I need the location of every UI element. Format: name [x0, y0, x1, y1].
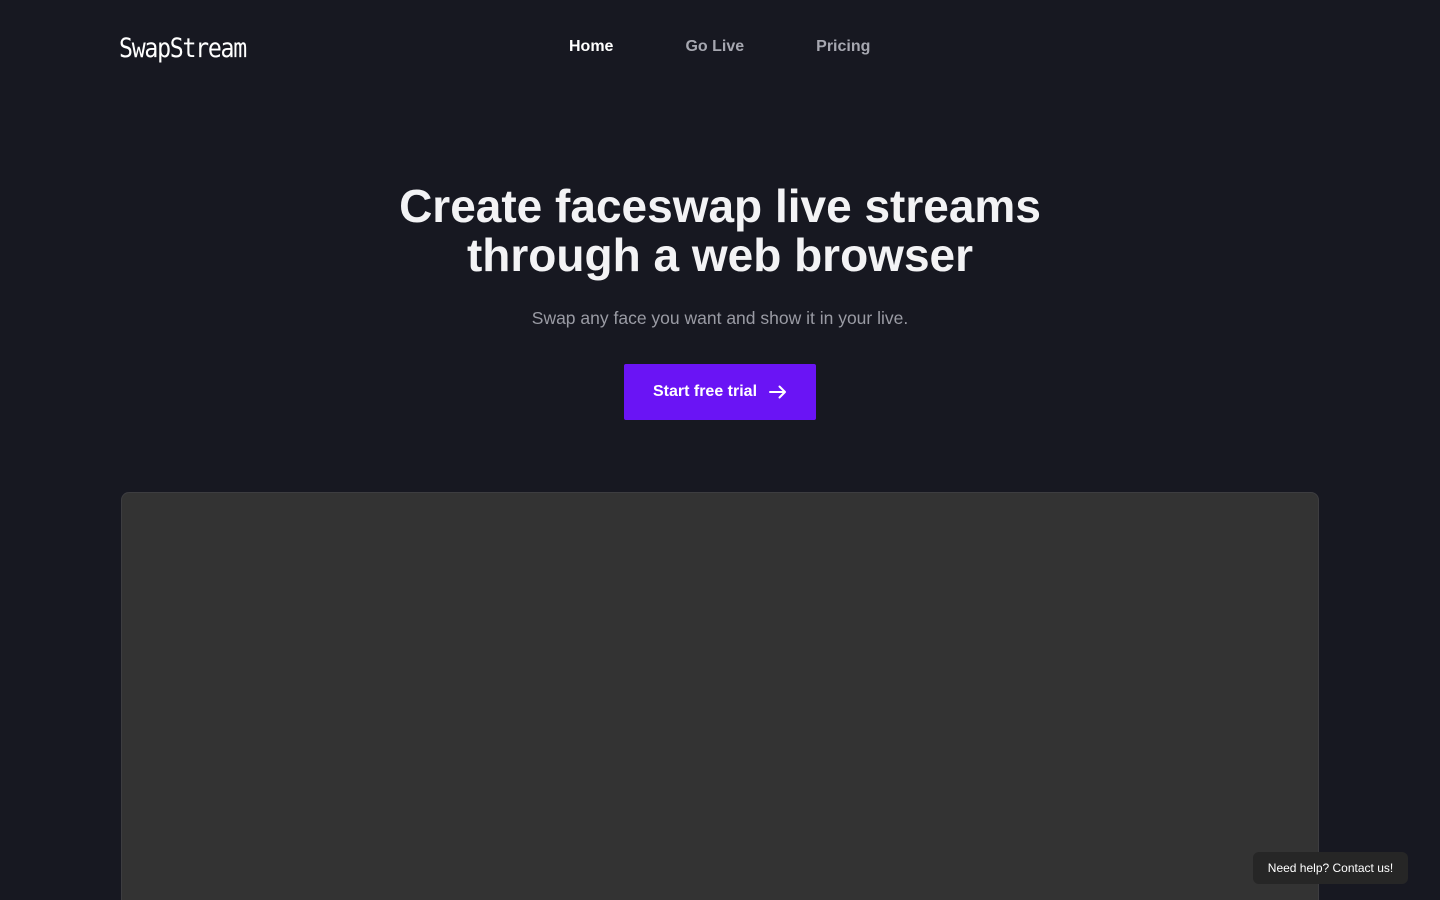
start-free-trial-button[interactable]: Start free trial — [624, 364, 816, 420]
hero-title-line-2: through a web browser — [466, 229, 974, 281]
hero-title: Create faceswap live streams through a w… — [0, 182, 1440, 280]
start-free-trial-label: Start free trial — [652, 383, 758, 400]
main-nav: Home Go Live Pricing — [569, 36, 870, 58]
hero-title-line-1: Create faceswap live streams — [399, 180, 1041, 232]
stream-preview-panel — [121, 492, 1319, 900]
hero-subtitle: Swap any face you want and show it in yo… — [531, 308, 909, 328]
logo[interactable]: SwapStream — [119, 33, 247, 65]
nav-item-go-live[interactable]: Go Live — [685, 36, 744, 58]
page: SwapStream Home Go Live Pricing Create f… — [0, 0, 1440, 900]
help-contact-button[interactable]: Need help? Contact us! — [1253, 852, 1408, 884]
nav-item-pricing[interactable]: Pricing — [816, 36, 870, 58]
arrow-right-icon — [769, 385, 787, 399]
site-header: SwapStream Home Go Live Pricing — [0, 0, 1440, 96]
nav-item-home[interactable]: Home — [569, 36, 613, 58]
